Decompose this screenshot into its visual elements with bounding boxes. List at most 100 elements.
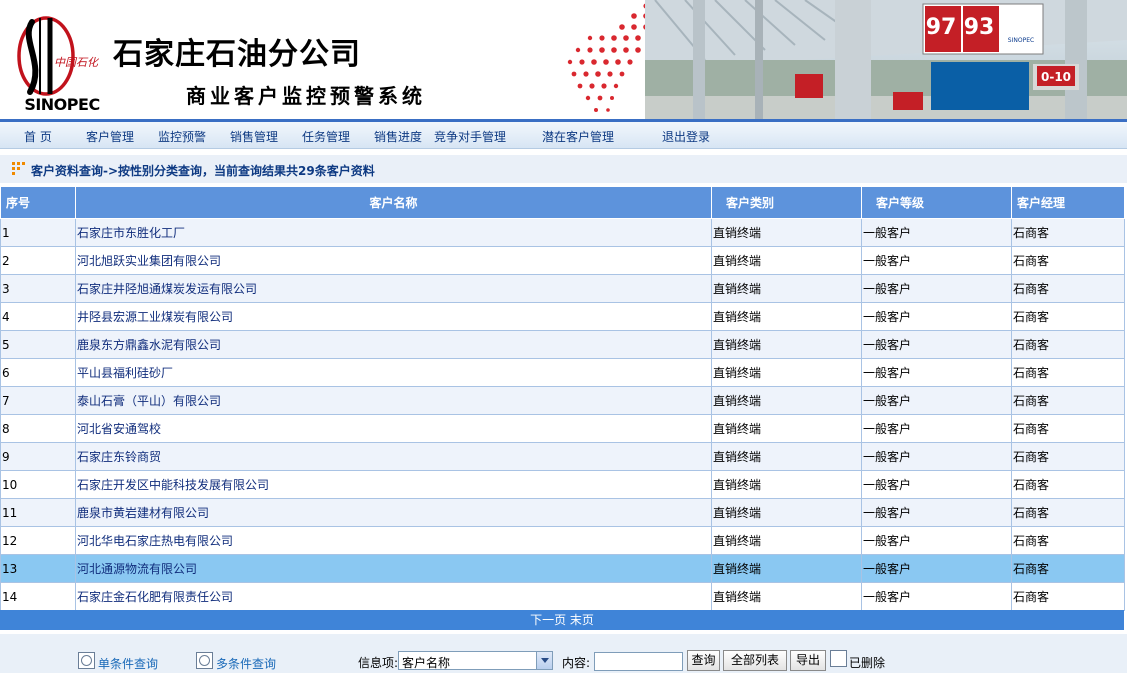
cell-customer-name[interactable]: 石家庄开发区中能科技发展有限公司 xyxy=(75,470,712,499)
table-row[interactable]: 4 井陉县宏源工业煤炭有限公司 直销终端 一般客户 石商客 xyxy=(0,302,1125,331)
svg-text:SINOPEC: SINOPEC xyxy=(24,95,99,114)
nav-sales-progress[interactable]: 销售进度 xyxy=(374,128,422,145)
cell-customer-name[interactable]: 河北省安通驾校 xyxy=(75,414,712,443)
deleted-checkbox[interactable] xyxy=(830,650,847,667)
cell-index: 3 xyxy=(0,274,76,303)
cell-manager: 石商客 xyxy=(1011,526,1125,555)
cell-index: 12 xyxy=(0,526,76,555)
table-row[interactable]: 13 河北通源物流有限公司 直销终端 一般客户 石商客 xyxy=(0,554,1125,583)
cell-customer-type: 直销终端 xyxy=(711,582,862,611)
table-row[interactable]: 7 泰山石膏（平山）有限公司 直销终端 一般客户 石商客 xyxy=(0,386,1125,415)
column-header-level: 客户等级 xyxy=(861,186,1012,219)
cell-customer-level: 一般客户 xyxy=(861,582,1012,611)
cell-customer-name[interactable]: 平山县福利硅砂厂 xyxy=(75,358,712,387)
nav-potential-customer[interactable]: 潜在客户管理 xyxy=(542,128,614,145)
cell-customer-type: 直销终端 xyxy=(711,274,862,303)
cell-customer-type: 直销终端 xyxy=(711,442,862,471)
cell-index: 1 xyxy=(0,218,76,247)
table-row[interactable]: 2 河北旭跃实业集团有限公司 直销终端 一般客户 石商客 xyxy=(0,246,1125,275)
cell-index: 8 xyxy=(0,414,76,443)
cell-index: 2 xyxy=(0,246,76,275)
cell-customer-name[interactable]: 泰山石膏（平山）有限公司 xyxy=(75,386,712,415)
single-condition-label[interactable]: 单条件查询 xyxy=(98,655,158,672)
chevron-down-icon[interactable] xyxy=(536,652,552,669)
cell-manager: 石商客 xyxy=(1011,442,1125,471)
next-page-link[interactable]: 下一页 xyxy=(530,613,566,627)
cell-customer-type: 直销终端 xyxy=(711,386,862,415)
cell-customer-level: 一般客户 xyxy=(861,498,1012,527)
cell-manager: 石商客 xyxy=(1011,218,1125,247)
table-row[interactable]: 1 石家庄市东胜化工厂 直销终端 一般客户 石商客 xyxy=(0,218,1125,247)
cell-manager: 石商客 xyxy=(1011,358,1125,387)
search-bar: 单条件查询 多条件查询 信息项: 客户名称 内容: 查询 全部列表 导出 已删除 xyxy=(0,634,1127,673)
cell-customer-level: 一般客户 xyxy=(861,274,1012,303)
cell-customer-name[interactable]: 石家庄市东胜化工厂 xyxy=(75,218,712,247)
cell-customer-name[interactable]: 井陉县宏源工业煤炭有限公司 xyxy=(75,302,712,331)
multi-condition-label[interactable]: 多条件查询 xyxy=(216,655,276,672)
column-header-manager: 客户经理 xyxy=(1011,186,1125,219)
cell-customer-name[interactable]: 石家庄金石化肥有限责任公司 xyxy=(75,582,712,611)
cell-manager: 石商客 xyxy=(1011,498,1125,527)
cell-customer-name[interactable]: 鹿泉市黄岩建材有限公司 xyxy=(75,498,712,527)
table-row[interactable]: 9 石家庄东铃商贸 直销终端 一般客户 石商客 xyxy=(0,442,1125,471)
cell-customer-level: 一般客户 xyxy=(861,470,1012,499)
breadcrumb: 客户资料查询->按性别分类查询，当前查询结果共29条客户资料 xyxy=(0,155,1127,183)
table-row[interactable]: 6 平山县福利硅砂厂 直销终端 一般客户 石商客 xyxy=(0,358,1125,387)
nav-logout[interactable]: 退出登录 xyxy=(662,128,710,145)
cell-manager: 石商客 xyxy=(1011,246,1125,275)
cell-customer-name[interactable]: 石家庄东铃商贸 xyxy=(75,442,712,471)
cell-manager: 石商客 xyxy=(1011,302,1125,331)
cell-customer-type: 直销终端 xyxy=(711,498,862,527)
cell-customer-name[interactable]: 河北华电石家庄热电有限公司 xyxy=(75,526,712,555)
cell-customer-level: 一般客户 xyxy=(861,414,1012,443)
nav-task-mgmt[interactable]: 任务管理 xyxy=(302,128,350,145)
list-all-button[interactable]: 全部列表 xyxy=(723,650,787,671)
nav-customer-mgmt[interactable]: 客户管理 xyxy=(86,128,134,145)
cell-index: 4 xyxy=(0,302,76,331)
nav-monitor-alert[interactable]: 监控预警 xyxy=(158,128,206,145)
table-row[interactable]: 10 石家庄开发区中能科技发展有限公司 直销终端 一般客户 石商客 xyxy=(0,470,1125,499)
query-button[interactable]: 查询 xyxy=(687,650,720,671)
table-row[interactable]: 14 石家庄金石化肥有限责任公司 直销终端 一般客户 石商客 xyxy=(0,582,1125,611)
table-row[interactable]: 5 鹿泉东方鼎鑫水泥有限公司 直销终端 一般客户 石商客 xyxy=(0,330,1125,359)
radio-circle-icon xyxy=(81,655,92,666)
cell-index: 7 xyxy=(0,386,76,415)
table-row[interactable]: 3 石家庄井陉旭通煤炭发运有限公司 直销终端 一般客户 石商客 xyxy=(0,274,1125,303)
nav-competitor-mgmt[interactable]: 竞争对手管理 xyxy=(434,128,506,145)
sinopec-logo: 中国石化 SINOPEC xyxy=(17,16,100,114)
export-button[interactable]: 导出 xyxy=(790,650,826,671)
cell-customer-name[interactable]: 石家庄井陉旭通煤炭发运有限公司 xyxy=(75,274,712,303)
cell-customer-name[interactable]: 鹿泉东方鼎鑫水泥有限公司 xyxy=(75,330,712,359)
cell-customer-level: 一般客户 xyxy=(861,358,1012,387)
content-label: 内容: xyxy=(562,656,591,670)
nav-sales-mgmt[interactable]: 销售管理 xyxy=(230,128,278,145)
table-row[interactable]: 12 河北华电石家庄热电有限公司 直销终端 一般客户 石商客 xyxy=(0,526,1125,555)
breadcrumb-text: 客户资料查询->按性别分类查询，当前查询结果共29条客户资料 xyxy=(31,164,375,178)
cell-customer-name[interactable]: 河北旭跃实业集团有限公司 xyxy=(75,246,712,275)
cell-index: 11 xyxy=(0,498,76,527)
content-input[interactable] xyxy=(594,652,683,671)
svg-text:93: 93 xyxy=(964,15,995,40)
cell-customer-level: 一般客户 xyxy=(861,386,1012,415)
company-name: 石家庄石油分公司 xyxy=(113,37,361,72)
column-header-name: 客户名称 xyxy=(75,186,712,219)
customer-table: 序号 客户名称 客户类别 客户等级 客户经理 1 石家庄市东胜化工厂 直销终端 一般客… xyxy=(0,186,1125,611)
main-nav: 首 页 客户管理 监控预警 销售管理 任务管理 销售进度 竞争对手管理 潜在客户… xyxy=(0,122,1127,149)
svg-text:中国石化: 中国石化 xyxy=(54,56,100,69)
cell-customer-type: 直销终端 xyxy=(711,302,862,331)
cell-manager: 石商客 xyxy=(1011,470,1125,499)
nav-home[interactable]: 首 页 xyxy=(24,128,52,145)
table-row[interactable]: 8 河北省安通驾校 直销终端 一般客户 石商客 xyxy=(0,414,1125,443)
table-row[interactable]: 11 鹿泉市黄岩建材有限公司 直销终端 一般客户 石商客 xyxy=(0,498,1125,527)
cell-index: 5 xyxy=(0,330,76,359)
cell-index: 9 xyxy=(0,442,76,471)
field-select[interactable]: 客户名称 xyxy=(398,651,553,670)
cell-customer-name[interactable]: 河北通源物流有限公司 xyxy=(75,554,712,583)
field-select-value: 客户名称 xyxy=(402,656,451,670)
system-name: 商业客户监控预警系统 xyxy=(186,84,426,108)
last-page-link[interactable]: 末页 xyxy=(570,613,594,627)
cell-customer-type: 直销终端 xyxy=(711,470,862,499)
cell-customer-type: 直销终端 xyxy=(711,218,862,247)
cell-customer-level: 一般客户 xyxy=(861,442,1012,471)
cell-customer-type: 直销终端 xyxy=(711,526,862,555)
